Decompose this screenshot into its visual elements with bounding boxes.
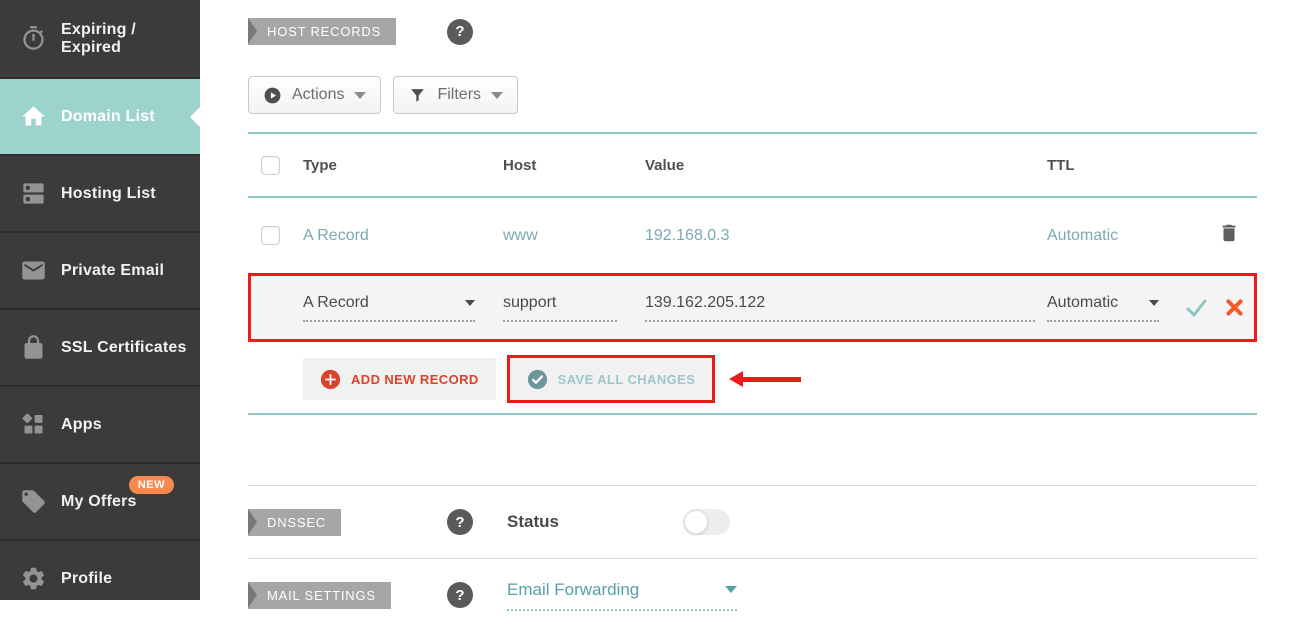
- dnssec-section: DNSSEC ? Status: [248, 486, 1257, 558]
- add-new-record-button[interactable]: ADD NEW RECORD: [303, 358, 496, 400]
- mail-settings-section-badge: MAIL SETTINGS: [248, 581, 391, 609]
- select-all-checkbox[interactable]: [261, 155, 280, 175]
- lock-icon: [24, 335, 43, 359]
- mail-settings-section: MAIL SETTINGS ? Email Forwarding: [248, 559, 1257, 631]
- host-input[interactable]: support: [503, 294, 617, 322]
- help-icon[interactable]: ?: [447, 582, 473, 608]
- ttl-select[interactable]: Automatic: [1047, 294, 1159, 322]
- save-all-changes-label: SAVE ALL CHANGES: [557, 371, 696, 387]
- help-icon[interactable]: ?: [447, 18, 473, 45]
- chevron-down-icon: [1149, 299, 1159, 306]
- stopwatch-icon: [23, 26, 44, 50]
- host-records-header: HOST RECORDS ?: [248, 18, 1257, 45]
- dnssec-status-toggle[interactable]: [682, 509, 730, 535]
- host-records-section-badge: HOST RECORDS: [248, 18, 397, 45]
- sidebar-item-label: SSL Certificates: [61, 338, 187, 356]
- chevron-down-icon: [354, 91, 367, 99]
- value-input[interactable]: 139.162.205.122: [645, 294, 1035, 322]
- main-content: HOST RECORDS ? Actions Filters Type Host…: [200, 0, 1300, 611]
- envelope-icon: [22, 261, 45, 280]
- new-badge: NEW: [128, 476, 174, 494]
- home-icon: [22, 106, 45, 126]
- host-records-table: Type Host Value TTL A Record www 192.168…: [248, 132, 1257, 415]
- record-value[interactable]: 192.168.0.3: [645, 227, 1047, 245]
- mail-settings-select[interactable]: Email Forwarding: [507, 580, 737, 611]
- column-header-ttl: TTL: [1047, 156, 1075, 174]
- record-type[interactable]: A Record: [303, 227, 503, 245]
- column-header-value: Value: [645, 156, 685, 174]
- help-icon[interactable]: ?: [447, 509, 473, 535]
- dnssec-section-badge: DNSSEC: [248, 508, 341, 536]
- filter-icon: [411, 88, 425, 102]
- ttl-select-value: Automatic: [1047, 293, 1119, 311]
- sidebar-item-label: Hosting List: [61, 184, 156, 202]
- add-new-record-label: ADD NEW RECORD: [351, 371, 479, 387]
- sidebar-item-profile[interactable]: Profile: [0, 539, 200, 600]
- trash-icon[interactable]: [1218, 221, 1240, 245]
- record-ttl[interactable]: Automatic: [1047, 227, 1178, 245]
- record-host[interactable]: www: [503, 227, 645, 245]
- cancel-x-icon[interactable]: [1224, 297, 1245, 318]
- sidebar-item-label: My Offers: [61, 492, 137, 510]
- server-icon: [23, 183, 44, 204]
- dnssec-status-label: Status: [507, 512, 559, 531]
- sidebar-item-ssl-certificates[interactable]: SSL Certificates: [0, 308, 200, 385]
- sidebar-item-hosting-list[interactable]: Hosting List: [0, 154, 200, 231]
- chevron-down-icon: [491, 91, 504, 99]
- type-select-value: A Record: [303, 293, 369, 311]
- play-circle-icon: [264, 87, 281, 103]
- column-header-type: Type: [303, 156, 337, 174]
- type-select[interactable]: A Record: [303, 294, 475, 322]
- toolbar: Actions Filters: [248, 76, 1257, 114]
- confirm-check-icon[interactable]: [1184, 296, 1208, 320]
- chevron-down-icon: [465, 299, 475, 306]
- sidebar-item-label: Apps: [61, 415, 102, 433]
- apps-icon: [22, 413, 43, 434]
- table-row: A Record www 192.168.0.3 Automatic: [248, 198, 1257, 273]
- filters-button-label: Filters: [437, 86, 482, 103]
- toggle-knob: [683, 510, 708, 534]
- sidebar-item-apps[interactable]: Apps: [0, 385, 200, 462]
- record-actions-row: ADD NEW RECORD SAVE ALL CHANGES: [303, 355, 1257, 403]
- sidebar: Expiring / Expired Domain List Hosting L…: [0, 0, 200, 600]
- column-header-host: Host: [503, 156, 537, 174]
- table-header-row: Type Host Value TTL: [248, 134, 1257, 198]
- filters-button[interactable]: Filters: [393, 76, 519, 114]
- gear-icon: [22, 567, 45, 590]
- row-checkbox[interactable]: [261, 226, 280, 245]
- actions-button[interactable]: Actions: [248, 76, 382, 114]
- sidebar-item-label: Expiring / Expired: [61, 20, 136, 56]
- tag-icon: [22, 490, 45, 513]
- sidebar-item-expiring-expired[interactable]: Expiring / Expired: [0, 0, 200, 77]
- save-highlight-box: SAVE ALL CHANGES: [506, 355, 716, 403]
- sidebar-item-private-email[interactable]: Private Email: [0, 231, 200, 308]
- actions-button-label: Actions: [292, 86, 345, 103]
- sidebar-item-label: Profile: [61, 569, 113, 587]
- sidebar-item-my-offers[interactable]: My Offers NEW: [0, 462, 200, 539]
- record-edit-row: A Record support 139.162.205.122 Automat…: [248, 273, 1257, 342]
- plus-circle-icon: [320, 369, 341, 389]
- sidebar-item-label: Domain List: [61, 107, 155, 125]
- mail-settings-selected-value: Email Forwarding: [507, 579, 640, 599]
- sidebar-item-domain-list[interactable]: Domain List: [0, 77, 200, 154]
- sidebar-item-label: Private Email: [61, 261, 165, 279]
- save-all-changes-button[interactable]: SAVE ALL CHANGES: [509, 358, 713, 400]
- chevron-down-icon: [725, 586, 737, 593]
- annotation-arrow-icon: [729, 370, 802, 387]
- check-circle-icon: [527, 369, 547, 389]
